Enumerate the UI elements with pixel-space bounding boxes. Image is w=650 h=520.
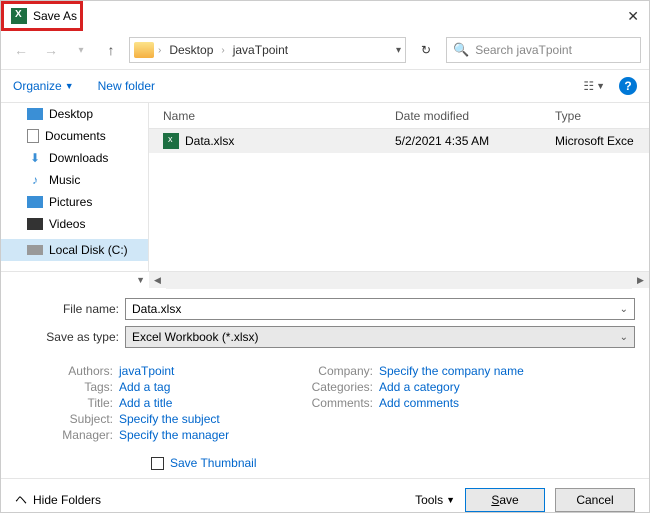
tree-item-local-disk[interactable]: Local Disk (C:) bbox=[1, 239, 148, 261]
chevron-down-icon[interactable]: ⌄ bbox=[620, 332, 628, 343]
tree-item-downloads[interactable]: ⬇ Downloads bbox=[1, 147, 148, 169]
subject-label: Subject: bbox=[47, 412, 119, 426]
search-placeholder: Search javaTpoint bbox=[475, 43, 572, 57]
chevron-down-icon[interactable]: ⌄ bbox=[620, 304, 628, 315]
forward-arrow-icon[interactable]: → bbox=[39, 38, 63, 62]
categories-label: Categories: bbox=[307, 380, 379, 394]
excel-file-icon bbox=[163, 133, 179, 149]
pictures-icon bbox=[27, 196, 43, 208]
tree-item-videos[interactable]: Videos bbox=[1, 213, 148, 235]
categories-value[interactable]: Add a category bbox=[379, 380, 460, 394]
chevron-up-icon: ヘ bbox=[15, 491, 27, 508]
breadcrumb-javatpoint[interactable]: javaTpoint bbox=[229, 43, 292, 57]
videos-icon bbox=[27, 218, 43, 230]
horizontal-scrollbar[interactable] bbox=[166, 272, 632, 289]
title-label: Title: bbox=[47, 396, 119, 410]
disk-icon bbox=[27, 245, 43, 255]
chevron-down-icon: ▼ bbox=[596, 81, 605, 91]
save-button[interactable]: Save bbox=[465, 488, 545, 512]
recent-dropdown-icon[interactable]: ▾ bbox=[69, 38, 93, 62]
hide-folders-button[interactable]: ヘ Hide Folders bbox=[15, 491, 101, 508]
savetype-select[interactable]: Excel Workbook (*.xlsx) ⌄ bbox=[125, 326, 635, 348]
tags-value[interactable]: Add a tag bbox=[119, 380, 170, 394]
tree-item-pictures[interactable]: Pictures bbox=[1, 191, 148, 213]
refresh-icon[interactable]: ↻ bbox=[412, 37, 440, 63]
folder-tree: Desktop Documents ⬇ Downloads ♪ Music Pi… bbox=[1, 103, 149, 271]
excel-icon bbox=[11, 8, 27, 24]
title-value[interactable]: Add a title bbox=[119, 396, 172, 410]
comments-label: Comments: bbox=[307, 396, 379, 410]
tree-item-music[interactable]: ♪ Music bbox=[1, 169, 148, 191]
view-button[interactable]: ☷ ▼ bbox=[583, 79, 605, 93]
authors-value[interactable]: javaTpoint bbox=[119, 364, 174, 378]
help-icon[interactable]: ? bbox=[619, 77, 637, 95]
chevron-down-icon: ▼ bbox=[446, 495, 455, 505]
new-folder-button[interactable]: New folder bbox=[98, 79, 155, 93]
music-icon: ♪ bbox=[27, 172, 43, 188]
chevron-down-icon: ▼ bbox=[65, 81, 74, 91]
chevron-right-icon[interactable]: › bbox=[221, 45, 224, 56]
breadcrumb-desktop[interactable]: Desktop bbox=[165, 43, 217, 57]
folder-icon bbox=[134, 42, 154, 58]
download-icon: ⬇ bbox=[27, 150, 43, 166]
manager-label: Manager: bbox=[47, 428, 119, 442]
save-thumbnail-label: Save Thumbnail bbox=[170, 456, 257, 470]
up-arrow-icon[interactable]: ↑ bbox=[99, 38, 123, 62]
authors-label: Authors: bbox=[47, 364, 119, 378]
manager-value[interactable]: Specify the manager bbox=[119, 428, 229, 442]
file-row[interactable]: Data.xlsx 5/2/2021 4:35 AM Microsoft Exc… bbox=[149, 129, 649, 153]
tags-label: Tags: bbox=[47, 380, 119, 394]
company-value[interactable]: Specify the company name bbox=[379, 364, 524, 378]
back-arrow-icon[interactable]: ← bbox=[9, 38, 33, 62]
view-icon: ☷ bbox=[583, 79, 594, 93]
tree-item-desktop[interactable]: Desktop bbox=[1, 103, 148, 125]
filename-label: File name: bbox=[15, 302, 125, 316]
tree-item-documents[interactable]: Documents bbox=[1, 125, 148, 147]
scroll-left-icon[interactable]: ◀ bbox=[149, 272, 166, 289]
savetype-label: Save as type: bbox=[15, 330, 125, 344]
column-name[interactable]: Name bbox=[149, 109, 395, 123]
chevron-down-icon[interactable]: ▾ bbox=[396, 45, 401, 56]
desktop-icon bbox=[27, 108, 43, 120]
column-date[interactable]: Date modified bbox=[395, 109, 555, 123]
cancel-button[interactable]: Cancel bbox=[555, 488, 635, 512]
search-icon: 🔍 bbox=[453, 42, 469, 58]
tree-scroll-down-icon[interactable]: ▼ bbox=[1, 271, 149, 288]
breadcrumb[interactable]: › Desktop › javaTpoint ▾ bbox=[129, 37, 406, 63]
close-icon[interactable]: ✕ bbox=[627, 8, 639, 25]
subject-value[interactable]: Specify the subject bbox=[119, 412, 220, 426]
document-icon bbox=[27, 129, 39, 143]
organize-button[interactable]: Organize ▼ bbox=[13, 79, 74, 93]
tools-button[interactable]: Tools ▼ bbox=[415, 493, 455, 507]
window-title: Save As bbox=[33, 9, 77, 23]
chevron-right-icon[interactable]: › bbox=[158, 45, 161, 56]
filename-input[interactable]: Data.xlsx ⌄ bbox=[125, 298, 635, 320]
column-type[interactable]: Type bbox=[555, 109, 649, 123]
search-input[interactable]: 🔍 Search javaTpoint bbox=[446, 37, 641, 63]
company-label: Company: bbox=[307, 364, 379, 378]
save-thumbnail-checkbox[interactable] bbox=[151, 457, 164, 470]
scroll-right-icon[interactable]: ▶ bbox=[632, 272, 649, 289]
comments-value[interactable]: Add comments bbox=[379, 396, 459, 410]
